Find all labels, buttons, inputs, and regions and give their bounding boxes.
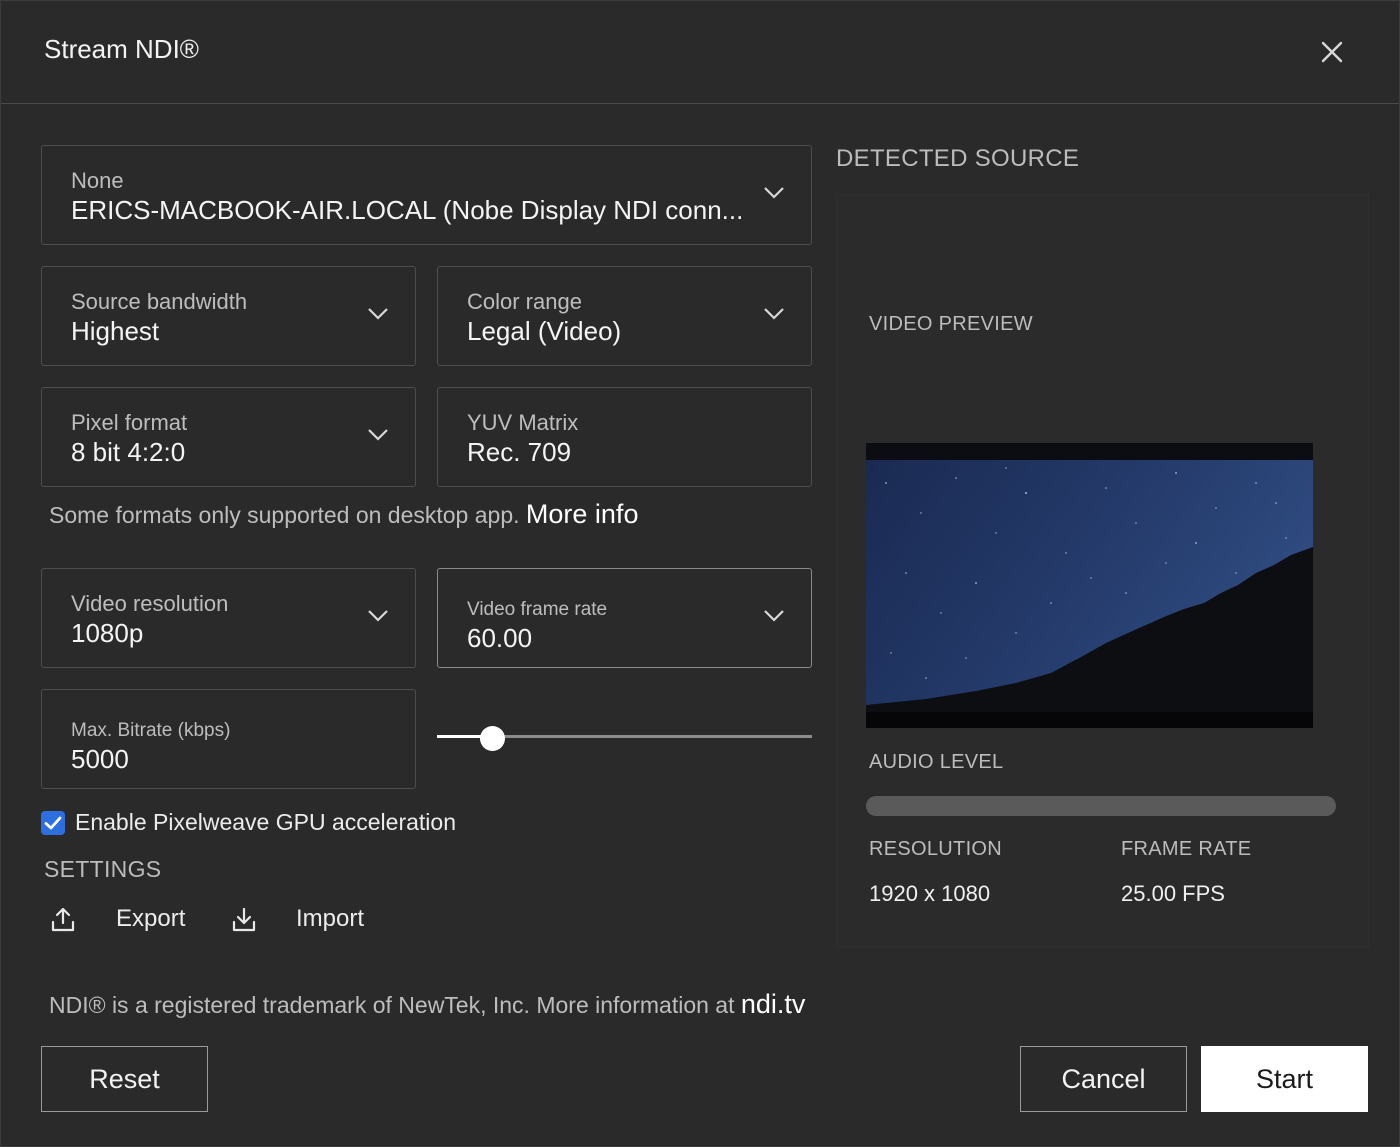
formats-note-text: Some formats only supported on desktop a… <box>49 502 520 528</box>
import-button[interactable]: Import <box>296 905 364 933</box>
source-bandwidth-label: Source bandwidth <box>71 289 248 314</box>
yuv-matrix-label: YUV Matrix <box>467 410 579 435</box>
video-preview <box>866 443 1313 728</box>
max-bitrate-label: Max. Bitrate (kbps) <box>71 720 231 741</box>
ndi-source-value: ERICS-MACBOOK-AIR.LOCAL (Nobe Display ND… <box>71 195 744 225</box>
start-button[interactable]: Start <box>1201 1046 1368 1112</box>
ndi-source-select[interactable]: None ERICS-MACBOOK-AIR.LOCAL (Nobe Displ… <box>41 145 812 245</box>
export-icon[interactable] <box>49 906 77 934</box>
video-resolution-value: 1080p <box>71 618 144 648</box>
audio-level-label: AUDIO LEVEL <box>869 751 1004 773</box>
night-sky-image <box>866 443 1313 728</box>
chevron-down-icon <box>368 429 388 441</box>
yuv-matrix-value: Rec. 709 <box>467 437 572 467</box>
settings-heading: SETTINGS <box>44 856 162 882</box>
dialog-header: Stream NDI® <box>1 1 1399 104</box>
chevron-down-icon <box>764 187 784 199</box>
video-frame-rate-value: 60.00 <box>467 623 533 653</box>
bitrate-slider-thumb[interactable] <box>480 726 505 751</box>
stream-ndi-dialog: Stream NDI® None ERICS-MACBOOK-AIR.LOCAL… <box>0 0 1400 1147</box>
color-range-value: Legal (Video) <box>467 316 622 346</box>
video-resolution-label: Video resolution <box>71 591 229 616</box>
pixel-format-select[interactable]: Pixel format 8 bit 4:2:0 <box>41 387 416 487</box>
yuv-matrix-field: YUV Matrix Rec. 709 <box>437 387 812 487</box>
trademark-text: NDI® is a registered trademark of NewTek… <box>49 992 735 1018</box>
resolution-value: 1920 x 1080 <box>869 881 991 906</box>
trademark-note: NDI® is a registered trademark of NewTek… <box>49 989 805 1020</box>
source-bandwidth-value: Highest <box>71 316 160 346</box>
ndi-tv-link[interactable]: ndi.tv <box>741 989 806 1019</box>
import-icon[interactable] <box>230 906 258 934</box>
source-bandwidth-select[interactable]: Source bandwidth Highest <box>41 266 416 366</box>
export-button[interactable]: Export <box>116 905 185 933</box>
color-range-select[interactable]: Color range Legal (Video) <box>437 266 812 366</box>
pixel-format-value: 8 bit 4:2:0 <box>71 437 186 467</box>
reset-button[interactable]: Reset <box>41 1046 208 1112</box>
video-preview-label: VIDEO PREVIEW <box>869 313 1033 335</box>
checkmark-icon <box>44 816 62 830</box>
video-frame-rate-select[interactable]: Video frame rate 60.00 <box>437 568 812 668</box>
more-info-link[interactable]: More info <box>526 499 639 529</box>
max-bitrate-value: 5000 <box>71 744 129 774</box>
color-range-label: Color range <box>467 289 582 314</box>
frame-rate-value: 25.00 FPS <box>1121 881 1225 906</box>
resolution-label: RESOLUTION <box>869 838 1003 860</box>
chevron-down-icon <box>764 308 784 320</box>
close-icon[interactable] <box>1315 35 1349 69</box>
gpu-acceleration-label: Enable Pixelweave GPU acceleration <box>75 809 456 835</box>
cancel-button[interactable]: Cancel <box>1020 1046 1187 1112</box>
chevron-down-icon <box>368 610 388 622</box>
video-frame-rate-label: Video frame rate <box>467 599 608 620</box>
frame-rate-label: FRAME RATE <box>1121 838 1252 860</box>
formats-note: Some formats only supported on desktop a… <box>49 499 638 530</box>
audio-level-meter <box>866 796 1336 816</box>
dialog-title: Stream NDI® <box>44 34 199 64</box>
ndi-source-label: None <box>71 168 124 193</box>
chevron-down-icon <box>764 610 784 622</box>
video-resolution-select[interactable]: Video resolution 1080p <box>41 568 416 668</box>
gpu-acceleration-checkbox[interactable] <box>41 811 65 835</box>
chevron-down-icon <box>368 308 388 320</box>
detected-source-heading: DETECTED SOURCE <box>836 145 1080 172</box>
max-bitrate-input[interactable]: Max. Bitrate (kbps) 5000 <box>41 689 416 789</box>
pixel-format-label: Pixel format <box>71 410 188 435</box>
